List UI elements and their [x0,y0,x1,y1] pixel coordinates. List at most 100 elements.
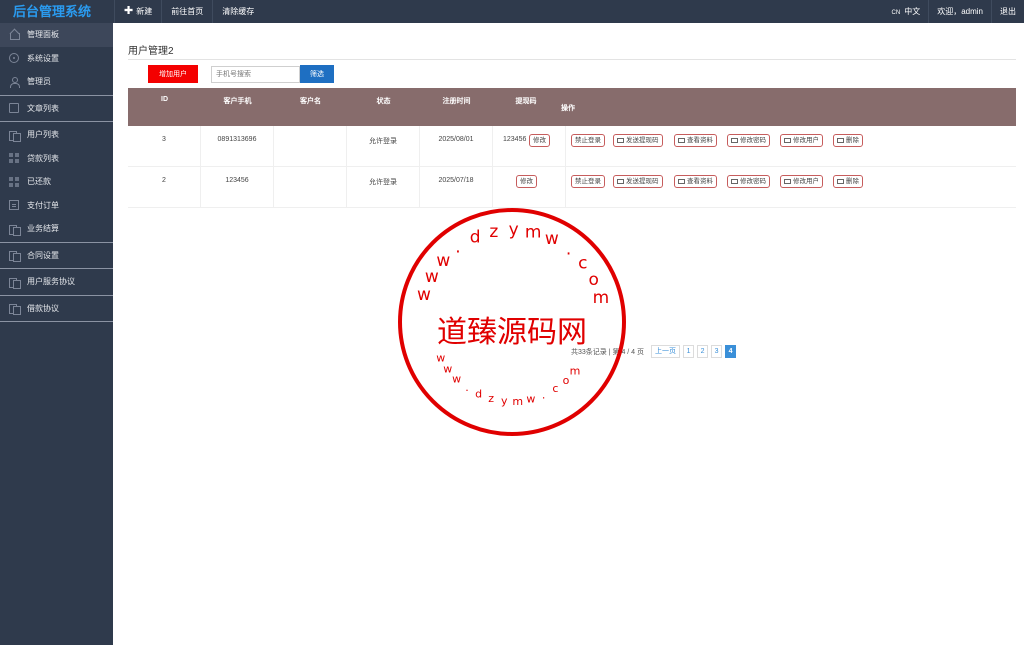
sidebar-item-label: 用户服务协议 [27,277,75,286]
new-button[interactable]: ✚ 新建 [114,0,161,23]
prev-page-button[interactable]: 上一页 [651,345,681,358]
sidebar-divider [0,241,113,243]
edit-code-button[interactable]: 修改 [529,134,550,147]
brand-title: 后台管理系统 [13,4,92,19]
edit-icon [784,179,791,184]
cell-phone: 0891313696 [201,126,274,167]
stamp-ring-letter: c [578,253,587,273]
cn-flag-icon: CN [891,10,901,16]
card-icon [617,138,624,143]
cell-name [274,126,347,167]
sidebar-divider [0,321,113,322]
column-header-reg-time: 注册时间 [442,98,471,105]
add-user-button[interactable]: 增加用户 [148,65,198,83]
ban-login-button[interactable]: 禁止登录 [571,175,605,188]
filter-button[interactable]: 筛选 [300,65,334,83]
ban-login-button[interactable]: 禁止登录 [571,134,605,147]
cell-text: 0891313696 [217,136,257,143]
column-header-code: 提现码 [515,98,537,105]
stamp-ring-letter: m [570,364,581,377]
cell-id: 2 [128,167,201,208]
edit-icon [731,179,738,184]
sidebar-item-settlement[interactable]: 业务结算 [0,217,113,241]
sidebar-item-label: 已还款 [27,177,51,186]
send-code-button[interactable]: 发送提现码 [613,175,663,188]
page-button-1[interactable]: 1 [683,345,695,358]
change-password-button[interactable]: 修改密码 [727,175,770,188]
stamp-ring-letter: o [588,270,598,290]
column-header-name: 客户名 [300,98,321,105]
card-icon [678,138,685,143]
cell-text: 2 [162,177,166,184]
page-button-current[interactable]: 4 [725,345,737,358]
sidebar-divider [0,268,113,269]
cell-text: 2025/08/01 [438,136,474,143]
delete-button[interactable]: 删除 [833,175,863,188]
stamp-ring-letter: w [526,393,535,406]
page-button-3[interactable]: 3 [711,345,723,358]
sidebar-item-users[interactable]: 用户列表 [0,123,113,147]
logout-link[interactable]: 退出 [991,0,1024,23]
stamp-ring-letter: d [470,228,481,248]
sidebar-item-service-agreement[interactable]: 用户服务协议 [0,270,113,294]
sidebar-item-dashboard[interactable]: 管理面板 [0,23,113,47]
users-icon [9,303,21,316]
sidebar-item-label: 系统设置 [27,53,59,63]
plus-icon: ✚ [124,5,134,17]
stamp-ring-letter: w [452,373,461,386]
sidebar-item-contract-settings[interactable]: 合同设置 [0,244,113,268]
send-code-button[interactable]: 发送提现码 [613,134,663,147]
language-label: 中文 [904,7,921,16]
sidebar-item-payment-orders[interactable]: 支付订单 [0,194,113,218]
cell-text: 123456 [225,177,249,184]
page-button-2[interactable]: 2 [697,345,709,358]
sidebar: 管理面板 系统设置 管理员 文章列表 用户列表 贷款列表 已还款 支付订单 业务… [0,23,113,645]
sidebar-item-loan-agreement[interactable]: 借款协议 [0,297,113,321]
view-profile-button[interactable]: 查看资料 [674,134,717,147]
button-label: 查看资料 [687,178,713,185]
phone-search-input[interactable] [211,65,300,83]
sidebar-item-articles[interactable]: 文章列表 [0,97,113,121]
stamp-ring-letter: o [563,374,570,387]
grid-icon [9,176,19,187]
stamp-ring-letter: w [443,363,452,376]
sidebar-item-label: 业务结算 [27,224,59,233]
edit-user-button[interactable]: 修改用户 [780,175,823,188]
cell-code: 123456 修改 [493,126,566,167]
sidebar-item-admins[interactable]: 管理员 [0,70,113,94]
pagination: 共33条记录 | 第 4 / 4 页 上一页 1 2 3 4 [571,344,737,359]
sidebar-item-repaid[interactable]: 已还款 [0,170,113,194]
language-switch[interactable]: CN 中文 [884,0,929,23]
view-profile-button[interactable]: 查看资料 [674,175,717,188]
users-icon [9,250,21,263]
pagination-info: 共33条记录 | 第 4 / 4 页 [571,348,645,356]
cell-phone: 123456 [201,167,274,208]
toolbar: 增加用户 筛选 [148,65,334,83]
sidebar-item-system-settings[interactable]: 系统设置 [0,47,113,71]
stamp-ring-letter: z [489,222,498,242]
stamp-ring-letter: w [545,229,559,249]
sidebar-item-label: 管理面板 [27,30,59,39]
sidebar-divider [0,94,113,96]
card-icon [617,179,624,184]
new-label: 新建 [136,7,153,16]
stamp-center-text: 道臻源码网 [437,315,587,350]
delete-button[interactable]: 删除 [833,134,863,147]
button-label: 修改密码 [740,178,766,185]
document-icon [9,103,19,114]
change-password-button[interactable]: 修改密码 [727,134,770,147]
sidebar-item-loans[interactable]: 贷款列表 [0,147,113,171]
welcome-text: 欢迎，admin [928,0,991,23]
goto-home-link[interactable]: 前往首页 [161,0,212,23]
sidebar-divider [0,121,113,122]
edit-user-button[interactable]: 修改用户 [780,134,823,147]
cell-status: 允许登录 [347,167,420,208]
clear-cache-button[interactable]: 清除缓存 [212,0,263,23]
gear-icon [9,53,19,64]
home-icon [9,30,20,40]
users-icon [9,277,21,289]
edit-code-button[interactable]: 修改 [516,175,537,188]
trash-icon [837,138,844,143]
button-label: 查看资料 [687,137,713,144]
button-label: 发送提现码 [626,178,659,185]
